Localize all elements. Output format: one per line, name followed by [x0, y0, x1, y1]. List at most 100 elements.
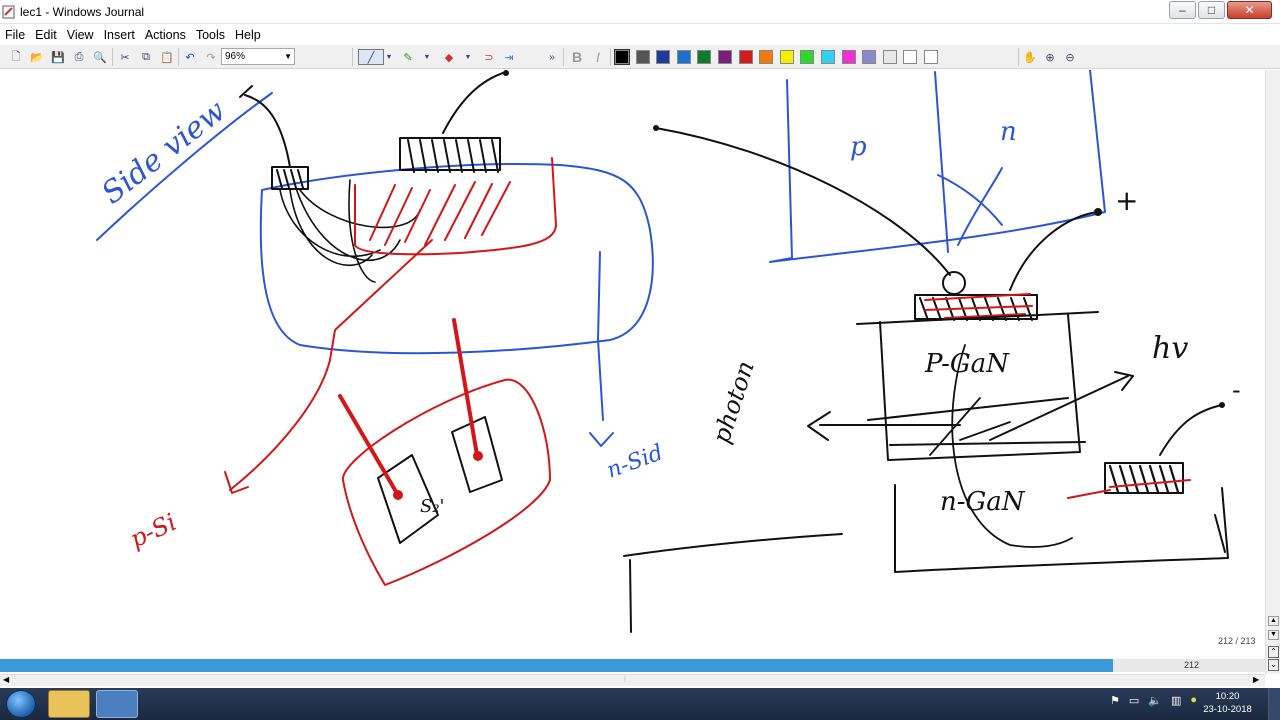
p-gan-label: P-GaN	[924, 349, 1010, 379]
explorer-taskbar-icon[interactable]	[48, 690, 90, 718]
bond-wire-loops	[279, 179, 421, 283]
menu-edit[interactable]: Edit	[35, 28, 57, 42]
scroll-up-icon[interactable]: ▲	[1268, 616, 1279, 626]
highlighter-dropdown-icon[interactable]: ▼	[422, 49, 432, 65]
scroll-down-icon[interactable]: ▼	[1268, 630, 1279, 640]
axis-fragment	[623, 533, 843, 633]
previous-page-icon[interactable]: ⌃	[1268, 646, 1279, 658]
title-bar: lec1 - Windows Journal – □ ✕	[0, 0, 1280, 24]
hv-label: hv	[1152, 331, 1188, 366]
color-swatch[interactable]	[841, 50, 856, 64]
scroll-right-icon[interactable]: ▶	[1253, 675, 1259, 684]
new-note-icon[interactable]: 🗋	[8, 49, 24, 65]
junction-line	[934, 71, 949, 253]
start-button[interactable]	[6, 690, 36, 718]
sio2-label: S₂'	[420, 496, 445, 517]
menu-file[interactable]: File	[5, 28, 25, 42]
find-icon[interactable]: 🔍	[92, 49, 108, 65]
n-gan-label: n-GaN	[940, 487, 1026, 517]
menu-view[interactable]: View	[67, 28, 94, 42]
italic-button[interactable]: I	[590, 49, 606, 65]
color-swatch[interactable]	[676, 50, 691, 64]
save-icon[interactable]: 💾	[50, 49, 66, 65]
network-icon[interactable]: ▥	[1171, 694, 1181, 707]
paste-icon[interactable]: 📋	[159, 49, 175, 65]
n-contact-red	[1067, 479, 1191, 499]
highlighter-icon[interactable]: ✎	[400, 49, 416, 65]
vertical-scrollbar[interactable]: ▲ ▼ ⌃ ⌄	[1265, 70, 1280, 674]
menu-insert[interactable]: Insert	[104, 28, 135, 42]
open-icon[interactable]: 📂	[29, 49, 45, 65]
color-swatch[interactable]	[718, 50, 732, 64]
zoom-select[interactable]: 96% ▼	[221, 48, 295, 65]
window-controls: – □ ✕	[1167, 1, 1272, 19]
close-button[interactable]: ✕	[1227, 1, 1272, 19]
menu-bar: File Edit View Insert Actions Tools Help	[0, 24, 1280, 45]
p-label: p	[850, 132, 867, 162]
menu-actions[interactable]: Actions	[145, 28, 186, 42]
package-outline	[342, 378, 551, 586]
color-swatch[interactable]	[924, 50, 938, 64]
color-swatch[interactable]	[862, 50, 877, 64]
flag-icon[interactable]: ⚑	[1110, 694, 1120, 707]
print-icon[interactable]: ⎙	[71, 49, 87, 65]
scroll-thumb-grip[interactable]: ⦙	[624, 675, 626, 685]
horizontal-scrollbar[interactable]: ◀ ⦙ ▶	[0, 674, 1265, 686]
color-swatch[interactable]	[800, 50, 815, 64]
toolbar: 🗋 📂 💾 ⎙ 🔍 ✂ ⧉ 📋 ↶ ↷ 96% ▼ ╱ ▼ ✎ ▼ ◆ ▼ ⊃ …	[0, 45, 1280, 69]
n-label: n	[1000, 117, 1017, 147]
zoom-value: 96%	[225, 51, 246, 62]
n-contact-wire	[1159, 404, 1223, 456]
color-swatch[interactable]	[656, 50, 671, 64]
window-title: lec1 - Windows Journal	[20, 4, 145, 19]
menu-tools[interactable]: Tools	[196, 28, 225, 42]
color-swatch[interactable]	[697, 50, 712, 64]
minimize-button[interactable]: –	[1169, 1, 1196, 19]
color-swatch[interactable]	[759, 50, 774, 64]
journal-app-icon	[2, 5, 15, 18]
copy-icon[interactable]: ⧉	[138, 49, 154, 65]
color-swatch[interactable]	[882, 50, 897, 64]
p-side-lead	[229, 239, 433, 491]
color-swatch[interactable]	[903, 50, 918, 64]
plus-label: +	[1115, 184, 1138, 217]
insert-space-icon[interactable]: ⇥	[501, 49, 517, 65]
bold-button[interactable]: B	[569, 49, 585, 65]
color-swatch[interactable]	[614, 49, 630, 65]
lasso-select-icon[interactable]: ⊃	[481, 49, 497, 65]
monitor-icon[interactable]: ▭	[1129, 694, 1139, 707]
journal-taskbar-icon[interactable]	[96, 690, 138, 718]
chevron-down-icon: ▼	[284, 52, 292, 61]
n-side-label: n-Sid	[604, 440, 667, 483]
volume-icon[interactable]: 🔈	[1148, 694, 1162, 707]
next-page-icon[interactable]: ⌄	[1268, 659, 1279, 671]
zoom-in-icon[interactable]: ⊕	[1042, 49, 1058, 65]
pen-dropdown-icon[interactable]: ▼	[384, 49, 394, 65]
lead-wire-1	[338, 394, 400, 497]
maximize-button[interactable]: □	[1198, 1, 1225, 19]
color-swatch[interactable]	[635, 50, 650, 64]
undo-icon[interactable]: ↶	[182, 49, 198, 65]
side-view-label: Side view	[95, 93, 232, 211]
color-swatch[interactable]	[738, 50, 753, 64]
color-swatch[interactable]	[779, 50, 794, 64]
taskbar: ⚑ ▭ 🔈 ▥ ● 10:20 23-10-2018	[0, 688, 1280, 720]
redo-icon[interactable]: ↷	[203, 49, 219, 65]
tray-app-icon[interactable]: ●	[1190, 694, 1197, 707]
page-indicator: 212 / 213	[1218, 636, 1256, 646]
eraser-icon[interactable]: ◆	[441, 49, 457, 65]
pan-hand-icon[interactable]: ✋	[1022, 49, 1038, 65]
eraser-dropdown-icon[interactable]: ▼	[463, 49, 473, 65]
cut-icon[interactable]: ✂	[117, 49, 133, 65]
scroll-left-icon[interactable]: ◀	[3, 675, 9, 684]
menu-help[interactable]: Help	[235, 28, 261, 42]
taskbar-clock[interactable]: 10:20 23-10-2018	[1200, 690, 1255, 716]
color-swatch[interactable]	[821, 50, 835, 64]
show-desktop-button[interactable]	[1268, 688, 1280, 720]
toolbar-overflow-icon[interactable]: »	[544, 49, 560, 65]
p-side-label: p-Si	[126, 508, 181, 553]
pen-tool-icon[interactable]: ╱	[358, 49, 384, 65]
note-canvas[interactable]: Side view n-Sid p-Si S₂' p n + P-GaN pho…	[0, 69, 1265, 658]
left-pad-wire	[244, 94, 291, 168]
zoom-out-icon[interactable]: ⊖	[1062, 49, 1078, 65]
